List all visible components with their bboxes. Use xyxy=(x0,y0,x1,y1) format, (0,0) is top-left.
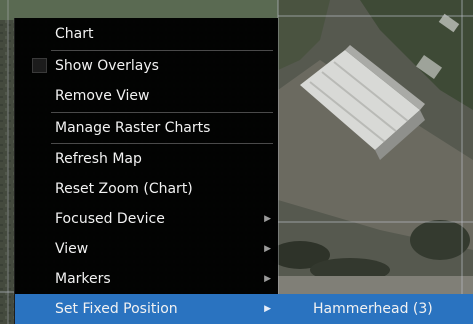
submenu-arrow-icon: ▶ xyxy=(264,214,271,224)
menu-item-label: Remove View xyxy=(55,88,150,104)
menu-item-label: Reset Zoom (Chart) xyxy=(55,181,193,197)
menu-item-set-fixed-position[interactable]: Set Fixed Position ▶ xyxy=(15,294,279,324)
menu-item-label: Markers xyxy=(55,271,111,287)
menu-item-label: Show Overlays xyxy=(55,58,159,74)
submenu-item-label: Hammerhead (3) xyxy=(313,301,433,317)
menu-item-label: View xyxy=(55,241,89,257)
submenu-arrow-icon: ▶ xyxy=(264,304,271,314)
submenu-arrow-icon: ▶ xyxy=(264,274,271,284)
menu-item-focused-device[interactable]: Focused Device ▶ xyxy=(15,204,279,234)
menu-item-label: Refresh Map xyxy=(55,151,142,167)
menu-item-view[interactable]: View ▶ xyxy=(15,234,279,264)
context-menu: Chart Show Overlays Remove View Manage R… xyxy=(14,18,279,324)
menu-item-refresh-map[interactable]: Refresh Map xyxy=(15,144,279,174)
menu-item-label: Chart xyxy=(55,26,94,42)
menu-item-label: Manage Raster Charts xyxy=(55,120,211,136)
set-fixed-position-submenu: Hammerhead (3) xyxy=(278,294,473,324)
menu-item-reset-zoom[interactable]: Reset Zoom (Chart) xyxy=(15,174,279,204)
menu-item-label: Set Fixed Position xyxy=(55,301,178,317)
menu-item-chart[interactable]: Chart xyxy=(15,19,279,49)
show-overlays-checkbox[interactable] xyxy=(32,58,47,73)
menu-item-show-overlays[interactable]: Show Overlays xyxy=(15,51,279,81)
menu-item-markers[interactable]: Markers ▶ xyxy=(15,264,279,294)
menu-item-label: Focused Device xyxy=(55,211,165,227)
menu-item-remove-view[interactable]: Remove View xyxy=(15,81,279,111)
menu-item-manage-raster-charts[interactable]: Manage Raster Charts xyxy=(15,113,279,143)
submenu-arrow-icon: ▶ xyxy=(264,244,271,254)
submenu-item-hammerhead[interactable]: Hammerhead (3) xyxy=(278,294,473,324)
